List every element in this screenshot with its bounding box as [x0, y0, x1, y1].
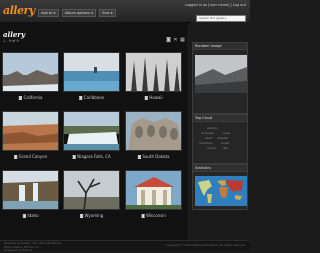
random-image[interactable] [195, 55, 247, 93]
photo-thumbnail[interactable] [2, 52, 59, 92]
main-nav: Add to ▼ Album options ▼ Sort ▼ [38, 9, 116, 17]
logged-in-text[interactable]: Logged in as [user name] | Log out [185, 3, 246, 7]
photo-thumbnail[interactable] [125, 52, 182, 92]
tag-link[interactable]: mountains [199, 142, 212, 145]
map-title: Statistics [193, 165, 247, 172]
photo-label: Caribbean [83, 95, 105, 100]
photo-thumbnail[interactable] [63, 170, 120, 210]
photo-item[interactable]: ◙Wisconsin [125, 170, 182, 226]
camera-icon: ◙ [137, 154, 142, 159]
photo-image [126, 53, 181, 91]
app-logo[interactable]: allery [3, 4, 35, 17]
photo-thumbnail[interactable] [2, 111, 59, 151]
sidebar: Random Image Tag Cloud vacation landscap… [190, 22, 250, 240]
tag-cloud-title: Tag Cloud [193, 115, 247, 122]
nav-item-sort[interactable]: Sort ▼ [99, 9, 116, 17]
photo-caption[interactable]: ◙Hawaii [125, 95, 182, 100]
tag-link[interactable]: beach [205, 137, 213, 140]
pagination: 1 - 9 of 9 [3, 39, 19, 43]
nav-item-label: Album options [64, 11, 90, 15]
camera-icon: ◙ [18, 95, 23, 100]
photo-image [64, 53, 119, 91]
photo-image [64, 171, 119, 209]
camera-icon: ◙ [79, 213, 84, 218]
close-icon[interactable]: ✕ [173, 38, 178, 43]
camera-icon: ◙ [72, 154, 77, 159]
map-box: Statistics [192, 164, 248, 210]
photo-item[interactable]: ◙Niagara Falls, CA [63, 111, 120, 167]
camera-icon: ◙ [78, 95, 83, 100]
camera-icon: ◙ [13, 154, 18, 159]
photo-label: Grand Canyon [18, 154, 48, 159]
photo-item[interactable]: ◙Grand Canyon [2, 111, 59, 167]
tag-link[interactable]: travel [223, 132, 230, 135]
tag-link[interactable]: canyon [207, 147, 216, 150]
photo-thumbnail[interactable] [125, 111, 182, 151]
tag-link[interactable]: waterfall [217, 137, 228, 140]
photo-image [3, 53, 58, 91]
search-input[interactable]: Search the gallery [196, 15, 246, 22]
random-image-title: Random Image [193, 43, 247, 50]
photo-thumbnail[interactable] [2, 170, 59, 210]
chevron-down-icon: ▼ [90, 11, 94, 15]
photo-caption[interactable]: ◙Caribbean [63, 95, 120, 100]
photo-thumbnail[interactable] [63, 111, 120, 151]
page-title: allery [3, 30, 26, 39]
photo-image [3, 112, 58, 150]
camera-icon: ◙ [144, 95, 149, 100]
footer: Powered by Gallery 3.0 | RSS | Bookmark … [0, 240, 250, 253]
nav-item-album-options[interactable]: Album options ▼ [61, 9, 97, 17]
photo-item[interactable]: ◙South Dakota [125, 111, 182, 167]
photo-image [126, 171, 181, 209]
photo-caption[interactable]: ◙Niagara Falls, CA [63, 154, 120, 159]
photo-label: Hawaii [149, 95, 163, 100]
world-map[interactable] [195, 176, 247, 206]
search-icon[interactable]: ⌕ [244, 15, 247, 21]
photo-image [126, 112, 181, 150]
random-image-box: Random Image [192, 42, 248, 114]
grid-view-icon[interactable]: ▦ [180, 38, 185, 43]
photo-item[interactable]: ◙Idaho [2, 170, 59, 226]
photo-image [3, 171, 58, 209]
photo-thumbnail[interactable] [63, 52, 120, 92]
photo-caption[interactable]: ◙Wyoming [63, 213, 120, 218]
photo-label: Wyoming [84, 213, 104, 218]
tag-link[interactable]: landscape [201, 132, 214, 135]
nav-item-label: Add to [41, 11, 53, 15]
photo-item[interactable]: ◙Caribbean [63, 52, 120, 108]
chevron-down-icon: ▼ [53, 11, 56, 15]
photo-caption[interactable]: ◙California [2, 95, 59, 100]
nav-item-label: Sort [102, 11, 110, 15]
footer-left: Powered by Gallery 3.0 | RSS | Bookmark … [4, 241, 62, 253]
photo-item[interactable]: ◙Wyoming [63, 170, 120, 226]
photo-label: California [23, 95, 43, 100]
photo-thumbnail[interactable] [125, 170, 182, 210]
photo-item[interactable]: ◙Hawaii [125, 52, 182, 108]
photo-caption[interactable]: ◙South Dakota [125, 154, 182, 159]
nav-item-add[interactable]: Add to ▼ [38, 9, 59, 17]
view-controls: ◙ ✕ ▦ [166, 38, 185, 43]
photo-item[interactable]: ◙California [2, 52, 59, 108]
photo-label: South Dakota [142, 154, 170, 159]
photo-caption[interactable]: ◙Idaho [2, 213, 59, 218]
tag-link[interactable]: vacation [207, 127, 218, 130]
slideshow-icon[interactable]: ◙ [166, 38, 171, 43]
photo-image [64, 112, 119, 150]
photo-label: Idaho [27, 213, 39, 218]
camera-icon: ◙ [22, 213, 27, 218]
tag-cloud-box: Tag Cloud vacation landscape travel beac… [192, 114, 248, 164]
camera-icon: ◙ [141, 213, 145, 218]
album-content: allery 1 - 9 of 9 ◙ ✕ ▦ ◙California ◙Car… [0, 22, 187, 240]
photo-caption[interactable]: ◙Grand Canyon [2, 154, 59, 159]
photo-caption[interactable]: ◙Wisconsin [125, 213, 182, 218]
tag-link[interactable]: sunset [221, 142, 229, 145]
photo-label: Wisconsin [145, 213, 166, 218]
tag-link[interactable]: lake [223, 147, 228, 150]
photo-label: Niagara Falls, CA [77, 154, 111, 159]
footer-copyright: Copyright © 2010 Ellipsis Interactive. A… [166, 243, 246, 247]
chevron-down-icon: ▼ [110, 11, 113, 15]
